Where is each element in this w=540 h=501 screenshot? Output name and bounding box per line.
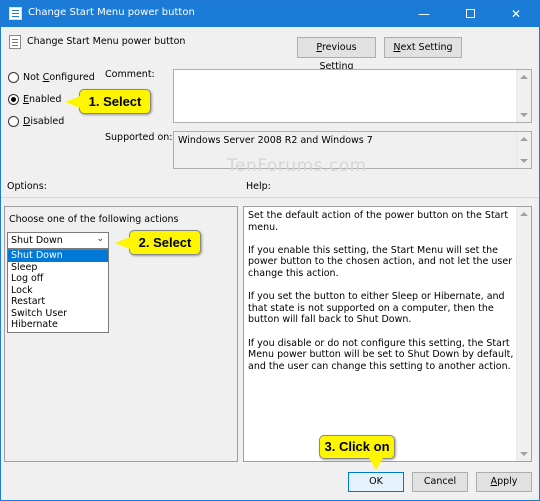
not-configured-label: Not Configured bbox=[23, 72, 95, 83]
power-action-select[interactable]: Shut Down ⌄ bbox=[7, 232, 109, 249]
next-setting-button[interactable]: Next Setting bbox=[384, 37, 462, 58]
scroll-down-icon[interactable] bbox=[520, 159, 528, 163]
help-scrollbar[interactable] bbox=[516, 207, 531, 461]
help-section-label: Help: bbox=[246, 181, 271, 192]
scroll-up-icon[interactable] bbox=[520, 75, 528, 79]
chevron-down-icon[interactable]: ⌄ bbox=[96, 234, 104, 244]
radio-button-icon[interactable] bbox=[8, 72, 19, 83]
callout-step-3: 3. Click on bbox=[319, 435, 395, 470]
radio-button-selected-icon[interactable] bbox=[8, 94, 19, 105]
dropdown-item-lock[interactable]: Lock bbox=[8, 285, 108, 297]
comment-scrollbar[interactable] bbox=[516, 70, 531, 122]
comment-textarea[interactable] bbox=[173, 69, 532, 123]
dropdown-item-switch-user[interactable]: Switch User bbox=[8, 308, 108, 320]
maximize-button[interactable] bbox=[447, 1, 493, 27]
dropdown-item-hibernate[interactable]: Hibernate bbox=[8, 319, 108, 331]
previous-setting-button[interactable]: Previous Setting bbox=[297, 37, 376, 72]
callout-step-1: 1. Select bbox=[65, 89, 151, 114]
minimize-icon: — bbox=[418, 7, 430, 21]
supported-on-value: Windows Server 2008 R2 and Windows 7 bbox=[178, 135, 373, 146]
help-paragraph: If you set the button to either Sleep or… bbox=[248, 291, 505, 326]
window-title: Change Start Menu power button bbox=[28, 7, 195, 18]
dropdown-item-shut-down[interactable]: Shut Down bbox=[8, 250, 108, 262]
scroll-up-icon[interactable] bbox=[520, 137, 528, 141]
enabled-radio[interactable]: Enabled bbox=[8, 94, 61, 108]
policy-title: Change Start Menu power button bbox=[27, 36, 186, 47]
minimize-button[interactable]: — bbox=[401, 1, 447, 27]
watermark: TenForums.com bbox=[227, 156, 367, 176]
maximize-icon bbox=[465, 8, 475, 18]
dropdown-item-restart[interactable]: Restart bbox=[8, 296, 108, 308]
dialog-window: Change Start Menu power button — ✕ Chang… bbox=[0, 0, 540, 501]
callout-step-2: 2. Select bbox=[115, 230, 201, 255]
enabled-label: Enabled bbox=[23, 94, 62, 105]
dropdown-item-sleep[interactable]: Sleep bbox=[8, 262, 108, 274]
scroll-down-icon[interactable] bbox=[520, 452, 528, 456]
section-divider bbox=[1, 197, 539, 198]
cancel-button[interactable]: Cancel bbox=[412, 472, 468, 492]
options-section-label: Options: bbox=[7, 181, 47, 192]
select-value: Shut Down bbox=[11, 235, 63, 246]
policy-app-icon bbox=[9, 7, 22, 20]
close-icon: ✕ bbox=[510, 7, 522, 21]
ok-button[interactable]: OK bbox=[348, 472, 404, 492]
close-button[interactable]: ✕ bbox=[493, 1, 539, 27]
supported-on-label: Supported on: bbox=[105, 132, 173, 143]
help-paragraph: If you enable this setting, the Start Me… bbox=[248, 244, 513, 279]
supported-scrollbar[interactable] bbox=[516, 132, 531, 168]
scroll-up-icon[interactable] bbox=[520, 212, 528, 216]
title-bar[interactable]: Change Start Menu power button — ✕ bbox=[1, 1, 539, 27]
disabled-radio[interactable]: Disabled bbox=[8, 116, 64, 130]
policy-setting-icon bbox=[9, 35, 21, 49]
radio-button-icon[interactable] bbox=[8, 116, 19, 127]
comment-label: Comment: bbox=[105, 69, 155, 80]
help-text: Set the default action of the power butt… bbox=[248, 210, 514, 384]
help-paragraph: If you disable or do not configure this … bbox=[248, 337, 514, 372]
help-panel: Set the default action of the power butt… bbox=[243, 206, 532, 462]
help-paragraph: Set the default action of the power butt… bbox=[248, 210, 509, 233]
apply-button[interactable]: Apply bbox=[476, 472, 532, 492]
disabled-label: Disabled bbox=[23, 116, 65, 127]
dropdown-item-log-off[interactable]: Log off bbox=[8, 273, 108, 285]
power-action-dropdown-list[interactable]: Shut Down Sleep Log off Lock Restart Swi… bbox=[7, 249, 109, 333]
not-configured-radio[interactable]: Not Configured bbox=[8, 72, 95, 86]
options-instruction: Choose one of the following actions bbox=[9, 214, 179, 225]
scroll-down-icon[interactable] bbox=[520, 113, 528, 117]
